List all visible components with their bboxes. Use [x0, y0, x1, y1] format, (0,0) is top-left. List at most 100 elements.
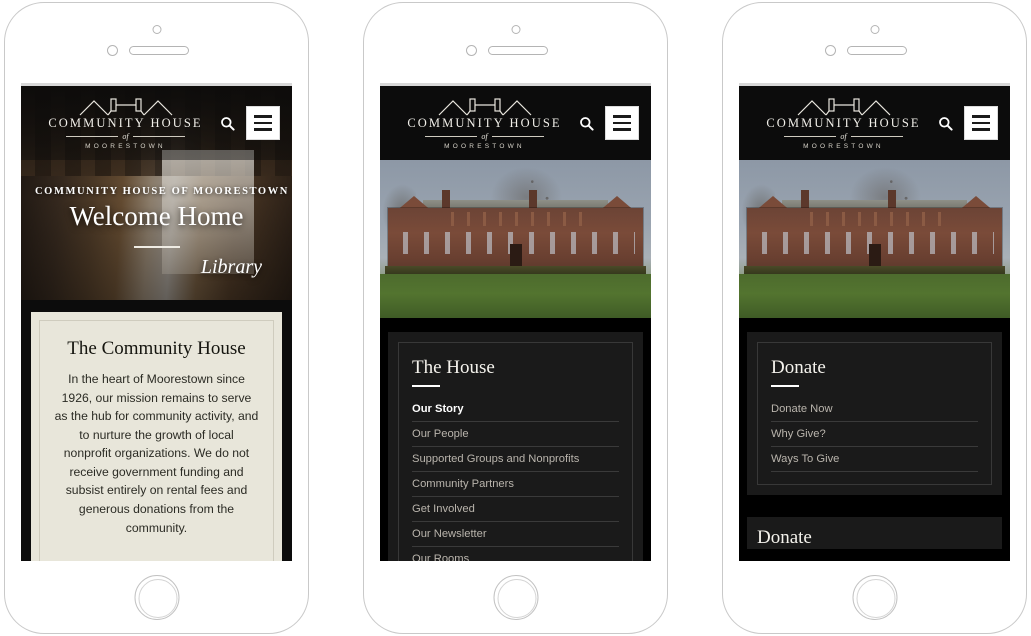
phone-bottom-area — [5, 561, 308, 633]
panel-spacer — [747, 495, 1002, 517]
list-item[interactable]: Why Give? — [771, 422, 978, 447]
menu-link-donate-now[interactable]: Donate Now — [771, 397, 978, 421]
phone-mockup-the-house: COMMUNITY HOUSE of MOORESTOWN The House … — [363, 2, 668, 634]
hero-title: Welcome Home — [69, 201, 244, 231]
site-logo[interactable]: COMMUNITY HOUSE of MOORESTOWN — [33, 96, 214, 150]
home-button[interactable] — [134, 575, 179, 620]
list-item[interactable]: Our Story — [412, 397, 619, 422]
logo-town: MOORESTOWN — [85, 142, 166, 150]
search-button[interactable] — [573, 110, 599, 136]
search-button[interactable] — [932, 110, 958, 136]
earpiece-speaker — [488, 46, 548, 55]
earpiece-speaker — [129, 46, 189, 55]
search-icon — [579, 116, 594, 131]
logo-connector-rule: of — [37, 132, 214, 141]
search-button[interactable] — [214, 110, 240, 136]
menu-link-community-partners[interactable]: Community Partners — [412, 472, 619, 496]
hamburger-bar — [972, 128, 990, 131]
earpiece-speaker — [847, 46, 907, 55]
logo-connector-rule: of — [396, 132, 573, 141]
menu-link-our-people[interactable]: Our People — [412, 422, 619, 446]
list-item[interactable]: Get Involved — [412, 497, 619, 522]
menu-link-get-involved[interactable]: Get Involved — [412, 497, 619, 521]
home-button[interactable] — [852, 575, 897, 620]
menu-panel-donate-next: Donate — [747, 517, 1002, 549]
front-door — [868, 244, 881, 268]
phone-screen-donate: COMMUNITY HOUSE of MOORESTOWN Donate Don… — [739, 83, 1010, 561]
site-header: COMMUNITY HOUSE of MOORESTOWN — [21, 86, 292, 160]
logo-wordmark: COMMUNITY HOUSE — [48, 116, 203, 131]
hamburger-bar — [254, 121, 272, 125]
list-item[interactable]: Ways To Give — [771, 447, 978, 472]
proximity-sensor-icon — [107, 45, 118, 56]
logo-connector: of — [122, 131, 129, 141]
house-roofline-icon — [79, 98, 172, 116]
panel-title: The House — [412, 357, 495, 378]
site-header: COMMUNITY HOUSE of MOORESTOWN — [739, 86, 1010, 160]
menu-link-our-newsletter[interactable]: Our Newsletter — [412, 522, 619, 546]
menu-panel-inner: Donate Donate Now Why Give? Ways To Give — [757, 342, 992, 485]
search-icon — [938, 116, 953, 131]
list-item[interactable]: Our Rooms — [412, 547, 619, 561]
phone-earpiece-area — [5, 3, 308, 83]
dormer-windows — [804, 212, 951, 226]
menu-list: Donate Now Why Give? Ways To Give — [771, 397, 978, 472]
list-item[interactable]: Donate Now — [771, 397, 978, 422]
hamburger-bar — [613, 121, 631, 125]
phone-screen-home: COMMUNITY HOUSE of MOORESTOWN COMMUNITY … — [21, 83, 292, 561]
logo-connector: of — [481, 131, 488, 141]
hero-text-block: COMMUNITY HOUSE OF MOORESTOWN Welcome Ho… — [21, 160, 292, 279]
menu-link-our-rooms[interactable]: Our Rooms — [412, 547, 619, 561]
phone-earpiece-area — [723, 3, 1026, 83]
menu-list: Our Story Our People Supported Groups an… — [412, 397, 619, 561]
menu-link-ways-to-give[interactable]: Ways To Give — [771, 447, 978, 471]
search-icon — [220, 116, 235, 131]
site-logo[interactable]: COMMUNITY HOUSE of MOORESTOWN — [392, 96, 573, 150]
hero-divider — [133, 246, 180, 248]
panel-title-rule — [412, 385, 440, 387]
hero-subtitle: Library — [200, 256, 262, 278]
menu-button[interactable] — [964, 106, 998, 140]
menu-link-why-give[interactable]: Why Give? — [771, 422, 978, 446]
phone-mockup-home: COMMUNITY HOUSE of MOORESTOWN COMMUNITY … — [4, 2, 309, 634]
hamburger-bar — [972, 121, 990, 125]
proximity-sensor-icon — [825, 45, 836, 56]
hamburger-bar — [254, 128, 272, 131]
hero-eyebrow: COMMUNITY HOUSE OF MOORESTOWN — [35, 186, 289, 197]
phone-mockup-donate: COMMUNITY HOUSE of MOORESTOWN Donate Don… — [722, 2, 1027, 634]
phone-screen-the-house: COMMUNITY HOUSE of MOORESTOWN The House … — [380, 83, 651, 561]
front-camera-icon — [152, 25, 161, 34]
panel-title-next: Donate — [757, 527, 812, 548]
list-item[interactable]: Our People — [412, 422, 619, 447]
list-item[interactable]: Supported Groups and Nonprofits — [412, 447, 619, 472]
site-logo[interactable]: COMMUNITY HOUSE of MOORESTOWN — [751, 96, 932, 150]
phone-bottom-area — [364, 561, 667, 633]
article-body: In the heart of Moorestown since 1926, o… — [54, 372, 259, 535]
front-camera-icon — [511, 25, 520, 34]
menu-button[interactable] — [246, 106, 280, 140]
menu-link-our-story[interactable]: Our Story — [412, 397, 619, 421]
panel-title-rule — [771, 385, 799, 387]
phone-mockup-stage: COMMUNITY HOUSE of MOORESTOWN COMMUNITY … — [0, 0, 1031, 636]
menu-link-supported-groups[interactable]: Supported Groups and Nonprofits — [412, 447, 619, 471]
home-button[interactable] — [493, 575, 538, 620]
menu-panel-donate: Donate Donate Now Why Give? Ways To Give — [747, 332, 1002, 495]
dormer-windows — [445, 212, 592, 226]
hamburger-bar — [613, 128, 631, 131]
front-lawn — [380, 274, 651, 318]
proximity-sensor-icon — [466, 45, 477, 56]
article-title: The Community House — [67, 338, 246, 359]
logo-town: MOORESTOWN — [444, 142, 525, 150]
menu-button[interactable] — [605, 106, 639, 140]
site-header: COMMUNITY HOUSE of MOORESTOWN — [380, 86, 651, 160]
menu-page-body: The House Our Story Our People Supported… — [380, 318, 651, 561]
article-card-inner: The Community House In the heart of Moor… — [39, 320, 274, 561]
list-item[interactable]: Our Newsletter — [412, 522, 619, 547]
hamburger-bar — [972, 115, 990, 118]
hamburger-bar — [254, 115, 272, 118]
list-item[interactable]: Community Partners — [412, 472, 619, 497]
menu-panel-inner: The House Our Story Our People Supported… — [398, 342, 633, 561]
hero-section-mansion-photo — [380, 160, 651, 318]
logo-town: MOORESTOWN — [803, 142, 884, 150]
article-card: The Community House In the heart of Moor… — [31, 312, 282, 561]
